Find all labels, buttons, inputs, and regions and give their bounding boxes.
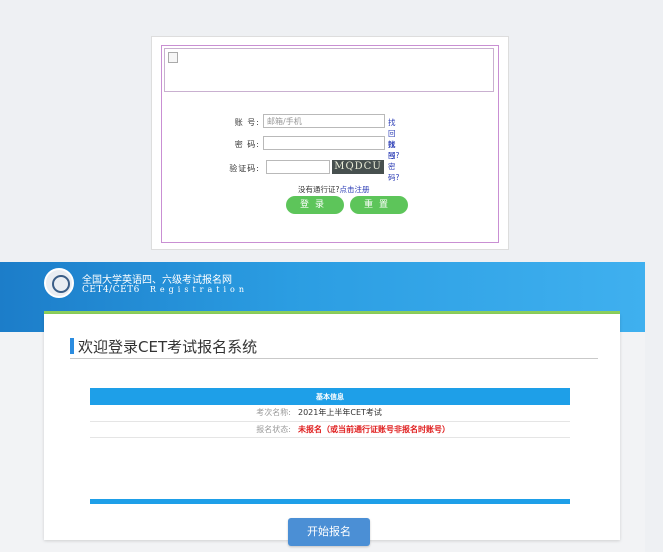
login-panel: 账 号: 邮箱/手机 找回账号? 密 码: 找回密码? 验证码: MQDCU 没… [151,36,509,250]
cet-logo-icon [44,268,74,298]
title-marker [70,338,74,354]
captcha-image[interactable]: MQDCU [332,160,384,174]
password-label: 密 码: [234,140,260,149]
account-label: 账 号: [234,118,260,127]
register-link[interactable]: 点击注册 [339,185,369,194]
find-password-link[interactable]: 找回密码? [388,139,399,183]
page-title: 欢迎登录CET考试报名系统 [78,338,258,356]
password-input[interactable] [263,136,385,150]
site-subtitle-code: CET4/CET6 [82,285,140,295]
status-label: 报名状态: [256,424,291,434]
exam-name-value: 2021年上半年CET考试 [298,408,382,418]
broken-image-icon [168,52,178,63]
login-button[interactable]: 登录 [286,196,344,214]
register-prefix: 没有通行证? [298,185,340,194]
account-input[interactable]: 邮箱/手机 [263,114,385,128]
info-table: 基本信息 考次名称: 2021年上半年CET考试 报名状态: 未报名（或当前通行… [90,388,570,438]
site-subtitle: CET4/CET6 Registration [82,285,248,295]
start-registration-button[interactable]: 开始报名 [288,518,370,546]
register-prompt: 没有通行证?点击注册 [298,184,369,195]
banner-image [164,48,494,92]
reset-button[interactable]: 重置 [350,196,408,214]
captcha-input[interactable] [266,160,330,174]
status-value: 未报名（或当前通行证账号非报名时账号） [298,424,450,434]
title-divider [70,358,598,359]
info-table-header: 基本信息 [90,388,570,405]
captcha-label: 验证码: [229,164,260,173]
info-table-footer [90,499,570,504]
table-row: 报名状态: 未报名（或当前通行证账号非报名时账号） [90,421,570,437]
content-card: 欢迎登录CET考试报名系统 基本信息 考次名称: 2021年上半年CET考试 报… [44,314,620,546]
exam-name-label: 考次名称: [256,408,291,418]
cet-registration-page: 全国大学英语四、六级考试报名网 CET4/CET6 Registration 欢迎… [0,262,645,552]
site-subtitle-registration: Registration [149,285,248,294]
site-title: 全国大学英语四、六级考试报名网 [82,275,232,286]
login-form: 账 号: 邮箱/手机 找回账号? 密 码: 找回密码? 验证码: MQDCU 没… [161,45,499,243]
table-row: 考次名称: 2021年上半年CET考试 [90,405,570,421]
